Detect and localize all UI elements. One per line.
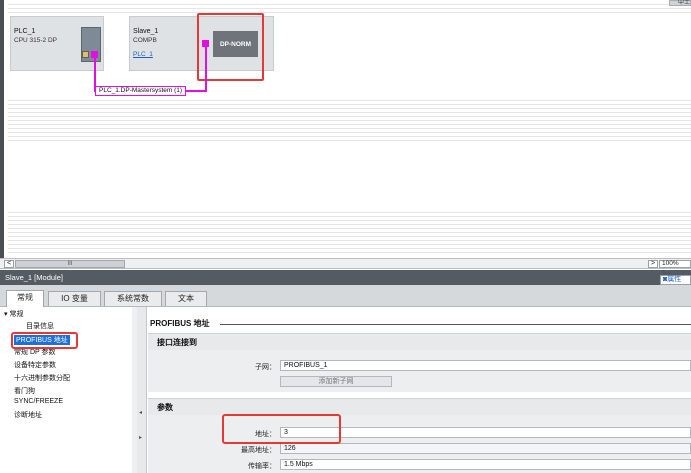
properties-tab[interactable]: ◙属性 — [660, 275, 691, 285]
tree-item-device-specific-params[interactable]: 设备特定参数 — [14, 360, 56, 370]
window-corner-button[interactable]: 中土 — [669, 0, 691, 6]
tab-system-constants[interactable]: 系统常数 — [104, 291, 162, 306]
scroll-thumb[interactable]: III — [15, 260, 125, 268]
highlight-box-address — [222, 414, 341, 444]
properties-tab-label: 属性 — [667, 276, 682, 283]
slave-name: Slave_1 — [133, 28, 159, 35]
panel-splitter[interactable]: ◂ ▸ — [137, 307, 147, 473]
slave-dp-line — [205, 47, 207, 91]
highlight-box-module — [197, 13, 264, 81]
tab-texts[interactable]: 文本 — [165, 291, 207, 306]
scroll-left-button[interactable]: < — [4, 260, 14, 268]
add-subnet-button[interactable]: 添加新子网 — [280, 376, 392, 387]
expand-right-icon[interactable]: ▸ — [139, 435, 143, 441]
highlight-box-tree — [11, 332, 78, 349]
tree-item-sync-freeze[interactable]: SYNC/FREEZE — [14, 398, 63, 405]
tree-item-catalog-info[interactable]: 目录信息 — [26, 321, 54, 331]
inspector-tab-strip: 常规 IO 变量 系统常数 文本 — [0, 285, 691, 307]
baud-rate-select[interactable]: 1.5 Mbps — [280, 459, 691, 470]
plc-mpi-port[interactable] — [82, 51, 89, 58]
interface-panel-header: 接口连接到 — [148, 333, 691, 350]
tree-item-watchdog[interactable]: 看门狗 — [14, 386, 35, 396]
plc-type: CPU 315-2 DP — [14, 37, 57, 44]
zoom-select[interactable]: 100% — [659, 260, 691, 268]
slave-master-link[interactable]: PLC_1 — [133, 51, 153, 58]
subnet-select[interactable]: PROFIBUS_1 — [280, 360, 691, 371]
max-address-value: 126 — [280, 443, 691, 454]
inspector-title-bar: Slave_1 [Module] — [0, 270, 691, 285]
address-input[interactable]: 3 — [280, 427, 691, 438]
tree-item-general[interactable]: ▾ 常规 — [4, 309, 23, 319]
section-title: PROFIBUS 地址 — [150, 319, 210, 328]
tree-item-diagnostic-address[interactable]: 诊断地址 — [14, 410, 42, 420]
max-address-label: 最高地址： — [241, 447, 276, 454]
params-panel-title: 参数 — [157, 403, 173, 412]
collapse-left-icon[interactable]: ◂ — [139, 410, 143, 416]
tab-general[interactable]: 常规 — [6, 290, 44, 307]
horizontal-scrollbar[interactable]: < III > 100% — [0, 258, 691, 269]
tia-portal-window: 中土 PLC_1 CPU 315-2 DP Slave_1 COMPB PLC_… — [0, 0, 691, 473]
interface-panel-title: 接口连接到 — [157, 338, 197, 347]
plc-dp-port[interactable] — [91, 51, 98, 58]
scroll-right-button[interactable]: > — [648, 260, 658, 268]
baud-rate-label: 传输率： — [248, 463, 276, 470]
subnet-label: 子网： — [255, 364, 276, 371]
plc-name: PLC_1 — [14, 28, 36, 35]
inspector-title: Slave_1 [Module] — [5, 273, 63, 282]
dp-master-system-label[interactable]: PLC_1.DP-Mastersystem (1) — [95, 86, 187, 96]
section-divider — [220, 324, 691, 325]
params-panel-header: 参数 — [148, 398, 691, 415]
tree-item-hex-param-assignment[interactable]: 十六进制参数分配 — [14, 373, 70, 383]
tab-io-tags[interactable]: IO 变量 — [48, 291, 101, 306]
slave-type: COMPB — [133, 37, 157, 44]
